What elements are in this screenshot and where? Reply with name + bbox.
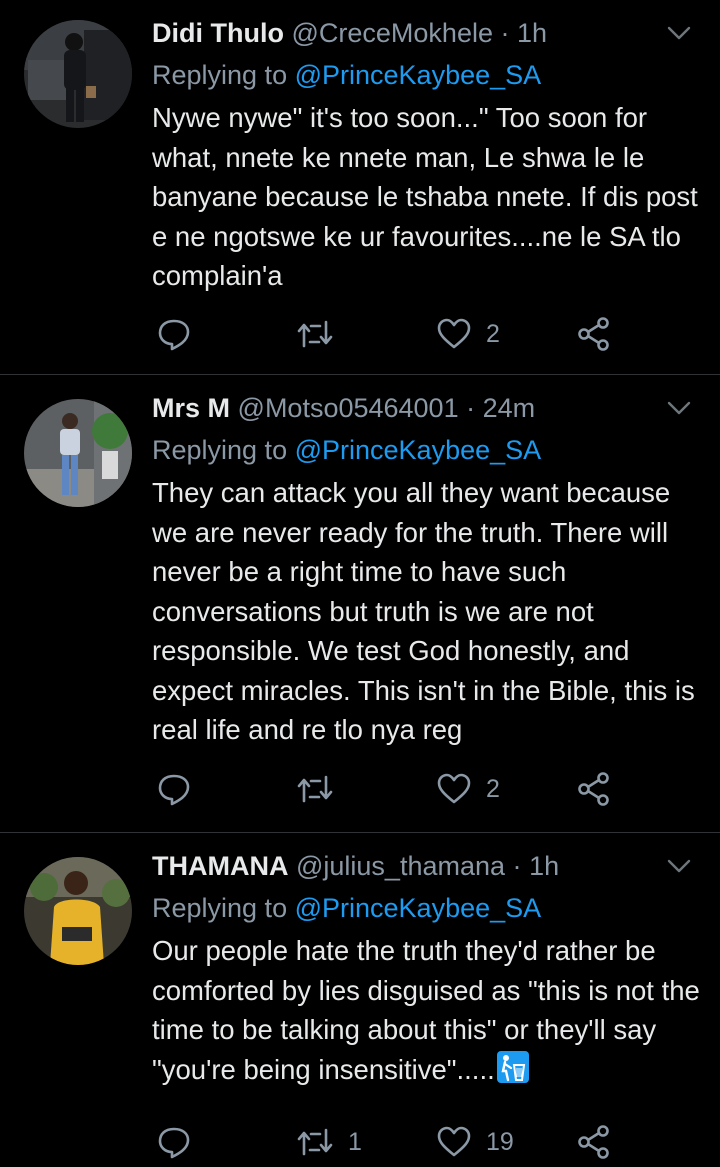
like-button[interactable]: 2 [436,312,500,356]
share-button[interactable] [576,767,612,811]
like-button[interactable]: 19 [436,1120,514,1164]
replying-to: Replying to @PrinceKaybee_SA [152,56,541,94]
reply-icon [158,319,190,351]
replying-to: Replying to @PrinceKaybee_SA [152,431,541,469]
timestamp[interactable]: 1h [529,851,559,881]
share-icon [578,1125,609,1159]
wastebasket-emoji-icon [496,1050,529,1083]
replying-to: Replying to @PrinceKaybee_SA [152,889,541,927]
chevron-down-icon[interactable] [666,857,692,875]
tweet-actions: 2 [152,767,720,811]
reply-button[interactable] [156,1120,206,1164]
retweet-icon [297,775,333,803]
tweet-header: Didi Thulo @CreceMokhele · 1h [152,14,650,52]
tweet-actions: 1 19 [152,1120,720,1164]
tweet-header: THAMANA @julius_thamana · 1h [152,847,650,885]
timestamp[interactable]: 1h [517,18,547,48]
chevron-down-icon[interactable] [666,399,692,417]
replying-prefix: Replying to [152,893,288,923]
avatar[interactable] [24,20,132,128]
tweet-text: Our people hate the truth they'd rather … [152,935,700,1085]
replying-prefix: Replying to [152,60,288,90]
tweet[interactable]: Didi Thulo @CreceMokhele · 1h Replying t… [0,0,720,375]
mention-link[interactable]: @PrinceKaybee_SA [295,435,542,465]
retweet-count: 1 [348,1127,362,1156]
tweet-actions: 2 [152,312,720,356]
user-handle[interactable]: @CreceMokhele [291,18,493,48]
retweet-button[interactable]: 1 [296,1120,362,1164]
display-name[interactable]: Didi Thulo [152,18,284,48]
user-handle[interactable]: @julius_thamana [296,851,505,881]
retweet-icon [297,320,333,348]
heart-icon [437,318,471,349]
tweet-text-container: Our people hate the truth they'd rather … [152,931,704,1089]
like-count: 19 [486,1127,514,1156]
retweet-button[interactable] [296,312,348,356]
display-name[interactable]: Mrs M [152,393,230,423]
reply-button[interactable] [156,767,206,811]
avatar[interactable] [24,399,132,507]
retweet-button[interactable] [296,767,348,811]
separator: · [512,851,522,881]
tweet-header: Mrs M @Motso05464001 · 24m [152,389,650,427]
user-handle[interactable]: @Motso05464001 [238,393,459,423]
chevron-down-icon[interactable] [666,24,692,42]
tweet-text: They can attack you all they want becaus… [152,477,695,745]
separator: · [500,18,510,48]
share-button[interactable] [576,312,612,356]
tweet[interactable]: THAMANA @julius_thamana · 1h Replying to… [0,833,720,1167]
share-icon [578,772,609,806]
separator: · [466,393,476,423]
mention-link[interactable]: @PrinceKaybee_SA [295,893,542,923]
display-name[interactable]: THAMANA [152,851,288,881]
like-count: 2 [486,774,500,803]
reply-icon [158,774,190,806]
reply-button[interactable] [156,312,206,356]
share-button[interactable] [576,1120,612,1164]
retweet-icon [297,1128,333,1156]
reply-icon [158,1127,190,1159]
like-count: 2 [486,319,500,348]
replying-prefix: Replying to [152,435,288,465]
share-icon [578,317,609,351]
tweet[interactable]: Mrs M @Motso05464001 · 24m Replying to @… [0,375,720,833]
heart-icon [437,773,471,804]
heart-icon [437,1126,471,1157]
mention-link[interactable]: @PrinceKaybee_SA [295,60,542,90]
timestamp[interactable]: 24m [483,393,536,423]
tweet-text: Nywe nywe" it's too soon..." Too soon fo… [152,102,698,291]
avatar[interactable] [24,857,132,965]
like-button[interactable]: 2 [436,767,500,811]
